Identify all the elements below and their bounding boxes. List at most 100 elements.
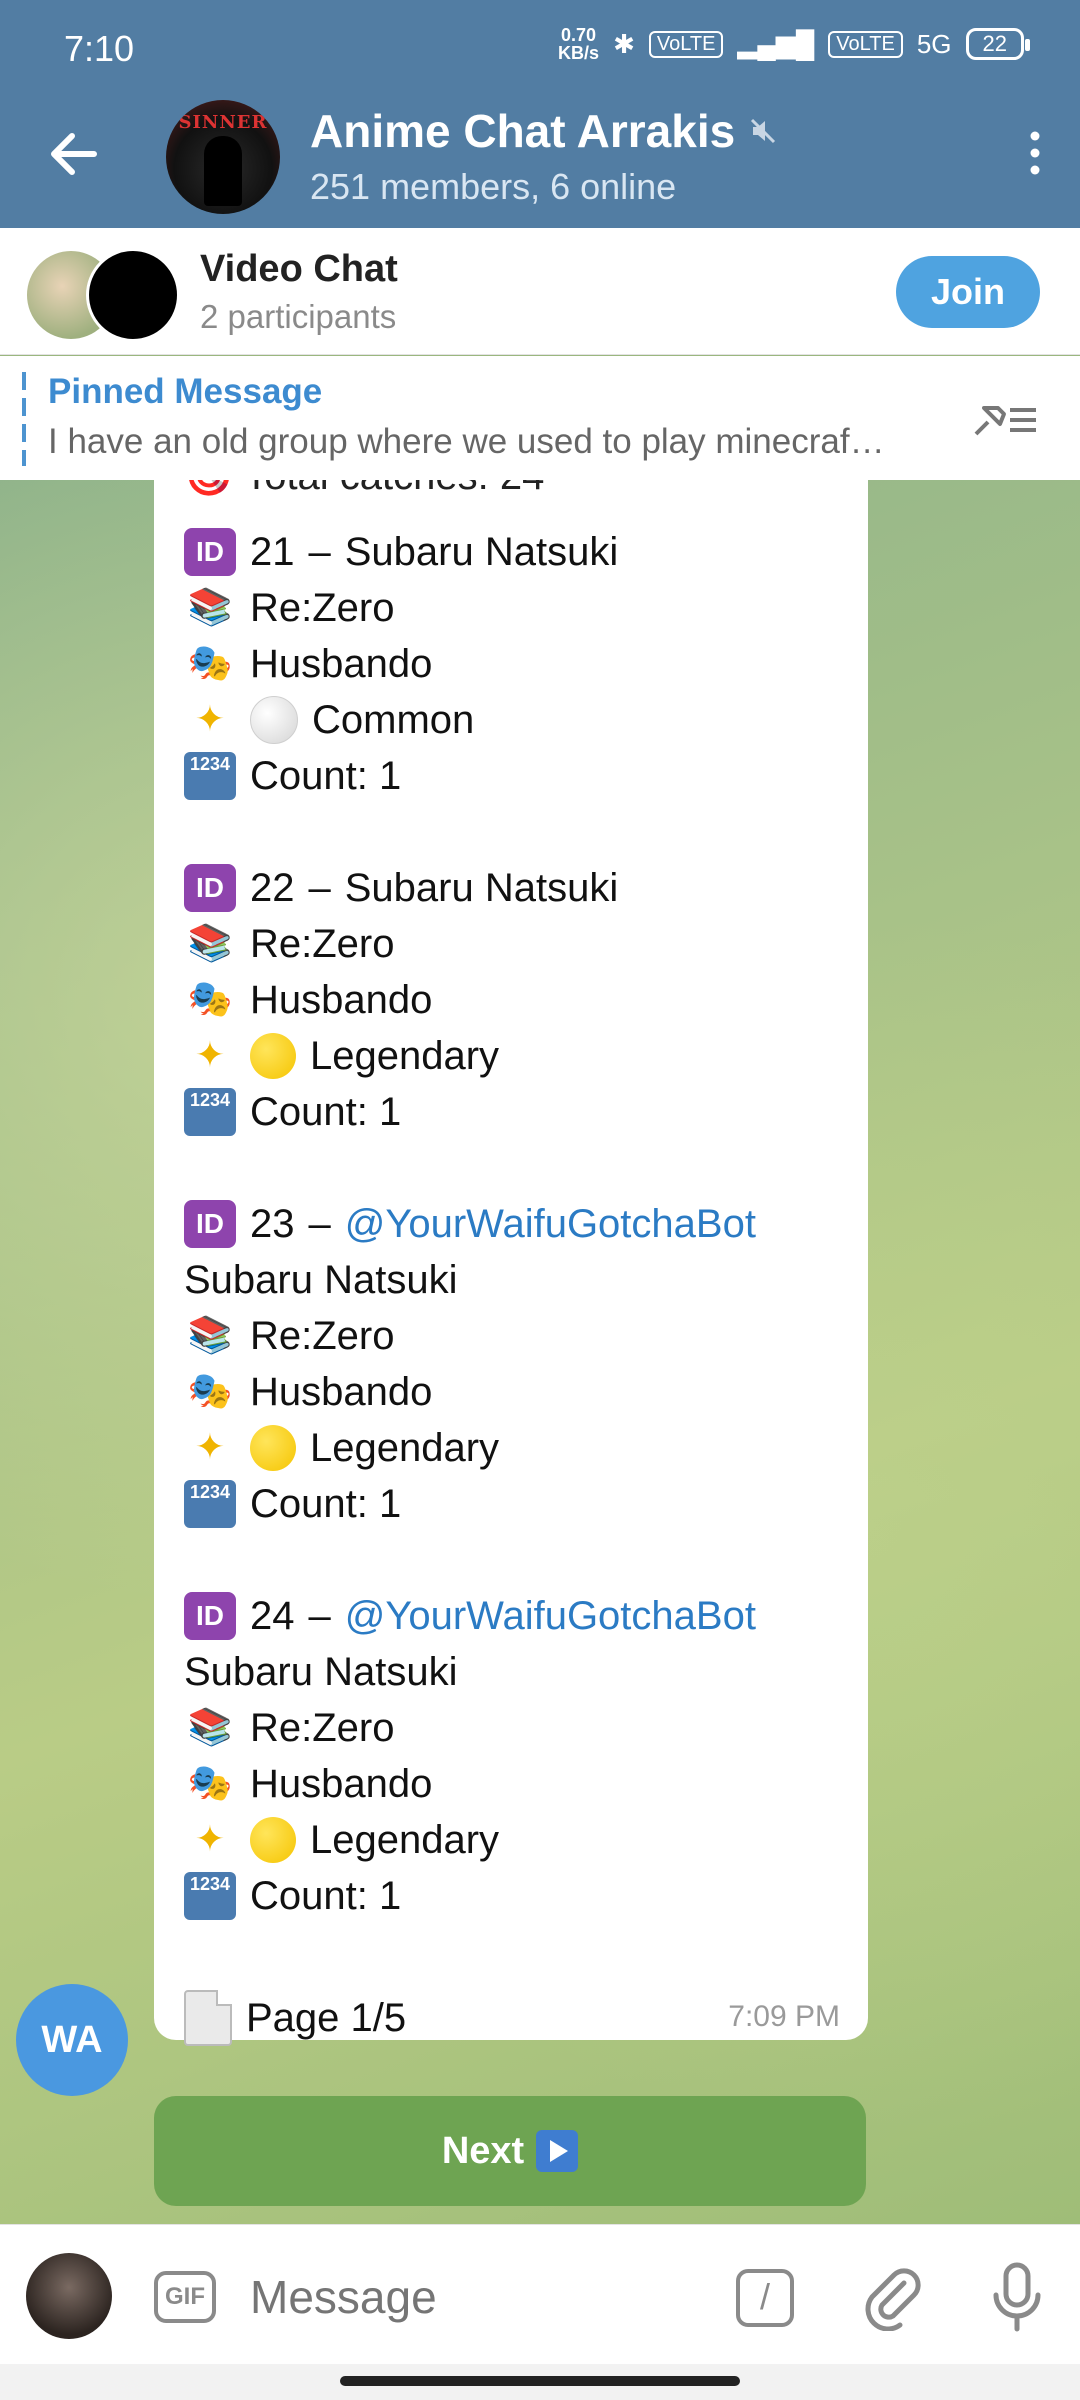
cut-off-line: 🎯 Total catches: 24 xyxy=(184,480,544,504)
bot-mention-link[interactable]: @YourWaifuGotchaBot xyxy=(345,1196,756,1252)
message-input-bar: GIF / xyxy=(0,2224,1080,2365)
list-item: ID 24– @YourWaifuGotchaBot Subaru Natsuki … xyxy=(184,1588,756,1924)
sparkles-icon: ✦ xyxy=(194,699,226,740)
id-icon: ID xyxy=(184,1592,236,1640)
group-avatar-figure xyxy=(204,136,242,206)
entry-name: Subaru Natsuki xyxy=(344,866,619,910)
mute-icon xyxy=(751,118,776,144)
masks-icon: 🎭 xyxy=(187,1763,233,1804)
signal-icon: ▂▄▆█ xyxy=(737,28,815,59)
app-header: 7:10 0.70 KB/s ✱ VoLTE ▂▄▆█ VoLTE 5G 22 S… xyxy=(0,0,1080,228)
sparkles-icon: ✦ xyxy=(194,1035,226,1076)
pinned-message-bar[interactable]: Pinned Message I have an old group where… xyxy=(0,356,1080,481)
entry-count: Count: 1 xyxy=(250,754,402,798)
entry-count: Count: 1 xyxy=(250,1090,402,1134)
masks-icon: 🎭 xyxy=(187,979,233,1020)
numbers-icon: 1234 xyxy=(184,1088,236,1136)
numbers-icon: 1234 xyxy=(184,752,236,800)
entry-id: 23 xyxy=(250,1202,295,1246)
entry-rarity: Legendary xyxy=(310,1426,500,1470)
pinned-title: Pinned Message xyxy=(48,372,323,411)
entry-count: Count: 1 xyxy=(250,1482,402,1526)
attach-icon[interactable] xyxy=(858,2261,928,2331)
masks-icon: 🎭 xyxy=(187,1371,233,1412)
document-icon xyxy=(184,1990,232,2046)
entry-rarity: Legendary xyxy=(310,1818,500,1862)
entry-rarity: Common xyxy=(312,698,475,742)
status-icons: 0.70 KB/s ✱ VoLTE ▂▄▆█ VoLTE 5G 22 xyxy=(558,25,1031,63)
entry-name: Subaru Natsuki xyxy=(184,1258,458,1302)
books-icon: 📚 xyxy=(187,1707,233,1748)
entry-name: Subaru Natsuki xyxy=(184,1650,458,1694)
bluetooth-icon: ✱ xyxy=(613,28,635,59)
system-nav-bar xyxy=(0,2364,1080,2400)
entry-anime: Re:Zero xyxy=(250,922,395,966)
entry-anime: Re:Zero xyxy=(250,586,395,630)
rarity-legendary-icon xyxy=(250,1817,296,1863)
network-label: 5G xyxy=(916,28,952,59)
video-chat-bar[interactable]: Video Chat 2 participants Join xyxy=(0,228,1080,355)
masks-icon: 🎭 xyxy=(187,643,233,684)
bot-mention-link[interactable]: @YourWaifuGotchaBot xyxy=(345,1588,756,1644)
gif-button[interactable]: GIF xyxy=(154,2271,216,2323)
battery-indicator: 22 xyxy=(965,28,1031,60)
video-chat-title: Video Chat xyxy=(200,248,398,290)
message-input[interactable] xyxy=(250,2265,670,2329)
pinned-text: I have an old group where we used to pla… xyxy=(48,422,885,461)
numbers-icon: 1234 xyxy=(184,1872,236,1920)
group-avatar[interactable]: SINNER xyxy=(166,100,280,214)
volte-badge-2: VoLTE xyxy=(828,30,903,58)
next-button[interactable]: Next xyxy=(154,2096,866,2206)
pinned-indicator xyxy=(22,372,26,466)
status-time: 7:10 xyxy=(64,28,135,69)
sparkles-icon: ✦ xyxy=(194,1427,226,1468)
mic-icon[interactable] xyxy=(982,2259,1052,2335)
chat-title: Anime Chat Arrakis xyxy=(310,105,736,157)
rarity-common-icon xyxy=(250,696,298,744)
books-icon: 📚 xyxy=(187,1315,233,1356)
chat-title-row[interactable]: Anime Chat Arrakis xyxy=(310,104,777,158)
chat-subtitle: 251 members, 6 online xyxy=(310,166,677,207)
participant-avatar-2 xyxy=(86,248,180,342)
rarity-legendary-icon xyxy=(250,1033,296,1079)
net-speed: 0.70 KB/s xyxy=(558,25,600,63)
entry-id: 22 xyxy=(250,866,295,910)
list-item: ID 22– Subaru Natsuki 📚 Re:Zero 🎭 Husbando ✦… xyxy=(184,860,618,1140)
play-icon xyxy=(536,2130,579,2172)
books-icon: 📚 xyxy=(187,587,233,628)
user-avatar[interactable] xyxy=(26,2253,112,2339)
message-bubble[interactable]: 🎯 Total catches: 24 ID21–Subaru Natsuki … xyxy=(154,480,868,2046)
unpin-icon[interactable] xyxy=(970,394,1040,444)
group-avatar-logo: SINNER xyxy=(178,112,268,133)
rarity-legendary-icon xyxy=(250,1425,296,1471)
entry-id: 24 xyxy=(250,1594,295,1638)
sender-avatar[interactable]: WA xyxy=(16,1984,128,2096)
list-item: ID 21– Subaru Natsuki 📚 Re:Zero 🎭 Husbando ✦… xyxy=(184,524,618,804)
page-indicator: Page 1/5 xyxy=(184,1990,406,2046)
entry-type: Husbando xyxy=(250,1370,433,1414)
entry-anime: Re:Zero xyxy=(250,1314,395,1358)
home-gesture-handle[interactable] xyxy=(340,2376,740,2386)
id-icon: ID xyxy=(184,528,236,576)
back-arrow-icon[interactable] xyxy=(44,124,104,184)
books-icon: 📚 xyxy=(187,923,233,964)
video-chat-participants: 2 participants xyxy=(200,298,397,335)
chat-area[interactable]: 🎯 Total catches: 24 ID21–Subaru Natsuki … xyxy=(0,480,1080,2224)
message-time: 7:09 PM xyxy=(728,2000,840,2033)
entry-anime: Re:Zero xyxy=(250,1706,395,1750)
bot-commands-button[interactable]: / xyxy=(736,2269,794,2327)
join-button[interactable]: Join xyxy=(896,256,1040,328)
numbers-icon: 1234 xyxy=(184,1480,236,1528)
entry-type: Husbando xyxy=(250,1762,433,1806)
entry-count: Count: 1 xyxy=(250,1874,402,1918)
entry-name: Subaru Natsuki xyxy=(344,530,619,574)
entry-id: 21 xyxy=(250,530,295,574)
more-vertical-icon[interactable] xyxy=(1020,128,1050,178)
sparkles-icon: ✦ xyxy=(194,1819,226,1860)
id-icon: ID xyxy=(184,1200,236,1248)
list-item: ID 23– @YourWaifuGotchaBot Subaru Natsuki … xyxy=(184,1196,756,1532)
entry-type: Husbando xyxy=(250,642,433,686)
next-label: Next xyxy=(441,2129,525,2172)
entry-rarity: Legendary xyxy=(310,1034,500,1078)
id-icon: ID xyxy=(184,864,236,912)
